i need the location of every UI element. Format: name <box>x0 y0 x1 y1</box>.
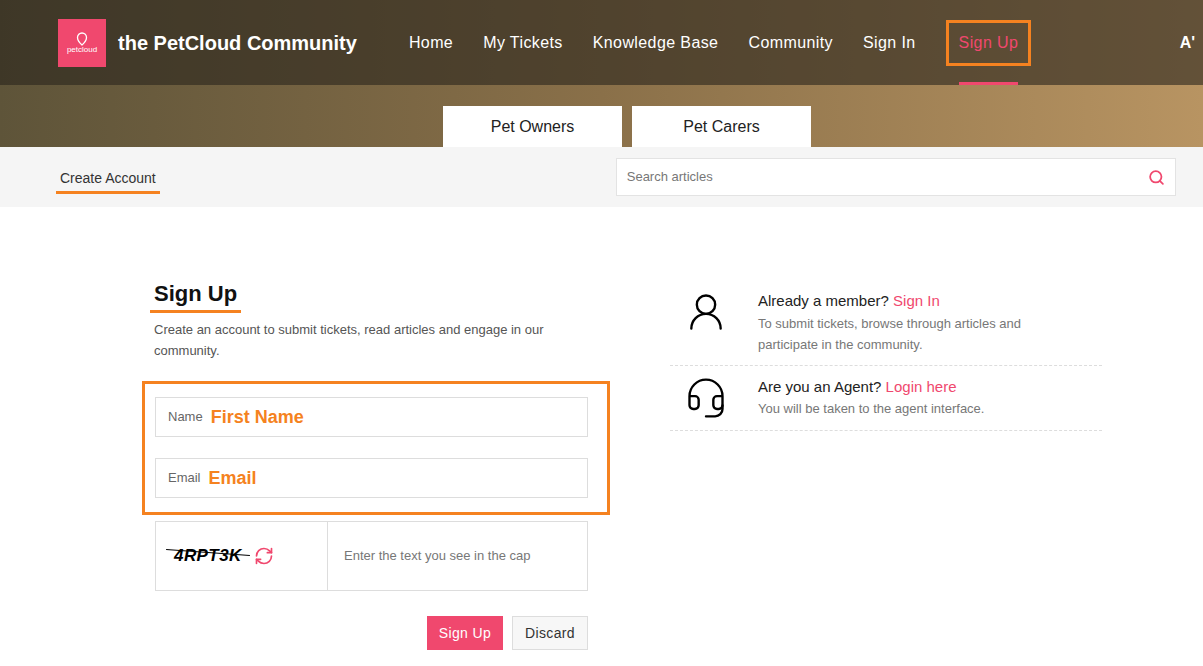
logo[interactable]: petcloud <box>58 19 106 67</box>
side-panel: Already a member? Sign In To submit ticke… <box>670 280 1102 650</box>
side-title: Are you an Agent? <box>758 378 881 395</box>
active-underline <box>959 82 1019 85</box>
site-title: the PetCloud Community <box>118 28 357 58</box>
nav-item[interactable]: My Tickets <box>483 0 563 85</box>
nav-item[interactable]: Knowledge Base <box>593 0 719 85</box>
signup-button[interactable]: Sign Up <box>427 616 503 650</box>
nav-item[interactable]: Home <box>409 0 453 85</box>
side-item: Already a member? Sign In To submit ticke… <box>670 280 1102 366</box>
tabs: Pet OwnersPet Carers <box>0 85 1203 147</box>
captcha-image: 4RPT3K <box>156 522 328 590</box>
sub-bar: Create Account Search articles <box>0 147 1203 207</box>
fields-highlight: NameFirst Name EmailEmail <box>142 381 610 515</box>
side-text: To submit tickets, browse through articl… <box>758 313 1078 355</box>
text-field[interactable]: EmailEmail <box>155 458 588 498</box>
side-link[interactable]: Sign In <box>893 292 940 309</box>
side-link[interactable]: Login here <box>886 378 957 395</box>
form-buttons: Sign Up Discard <box>142 616 588 650</box>
pin-icon <box>76 32 88 46</box>
signup-form: Sign Up Create an account to submit ticke… <box>142 280 610 650</box>
refresh-icon[interactable] <box>254 546 274 566</box>
tab[interactable]: Pet Owners <box>443 106 622 147</box>
nav: Home My Tickets Knowledge Base Community Sig… <box>409 0 1031 85</box>
side-title: Already a member? <box>758 292 889 309</box>
nav-item[interactable]: Community <box>748 0 833 85</box>
search-icon[interactable] <box>1148 169 1165 186</box>
discard-button[interactable]: Discard <box>512 616 588 650</box>
nav-bar: petcloud the PetCloud Community Home My Tic… <box>0 0 1203 85</box>
form-description: Create an account to submit tickets, rea… <box>154 319 594 361</box>
form-title: Sign Up <box>150 280 241 313</box>
page: petcloud the PetCloud Community Home My Tic… <box>0 0 1203 666</box>
side-item: Are you an Agent? Login here You will be … <box>670 366 1102 431</box>
headset-icon <box>684 376 728 420</box>
nav-item[interactable]: Sign In <box>863 0 916 85</box>
captcha: 4RPT3KEnter the text you see in the cap <box>155 521 588 591</box>
main: Sign Up Create an account to submit ticke… <box>0 207 1203 650</box>
side-text: You will be taken to the agent interface… <box>758 398 1078 419</box>
header: petcloud the PetCloud Community Home My Tic… <box>0 0 1203 147</box>
search-field[interactable]: Search articles <box>616 158 1176 196</box>
captcha-input[interactable]: Enter the text you see in the cap <box>328 522 587 590</box>
nav-item[interactable]: Sign Up <box>946 0 1032 85</box>
text-field[interactable]: NameFirst Name <box>155 397 588 437</box>
tab[interactable]: Pet Carers <box>632 106 811 147</box>
font-size-button[interactable]: A' <box>1180 31 1195 55</box>
breadcrumb[interactable]: Create Account <box>56 168 160 194</box>
user-icon <box>684 290 728 334</box>
